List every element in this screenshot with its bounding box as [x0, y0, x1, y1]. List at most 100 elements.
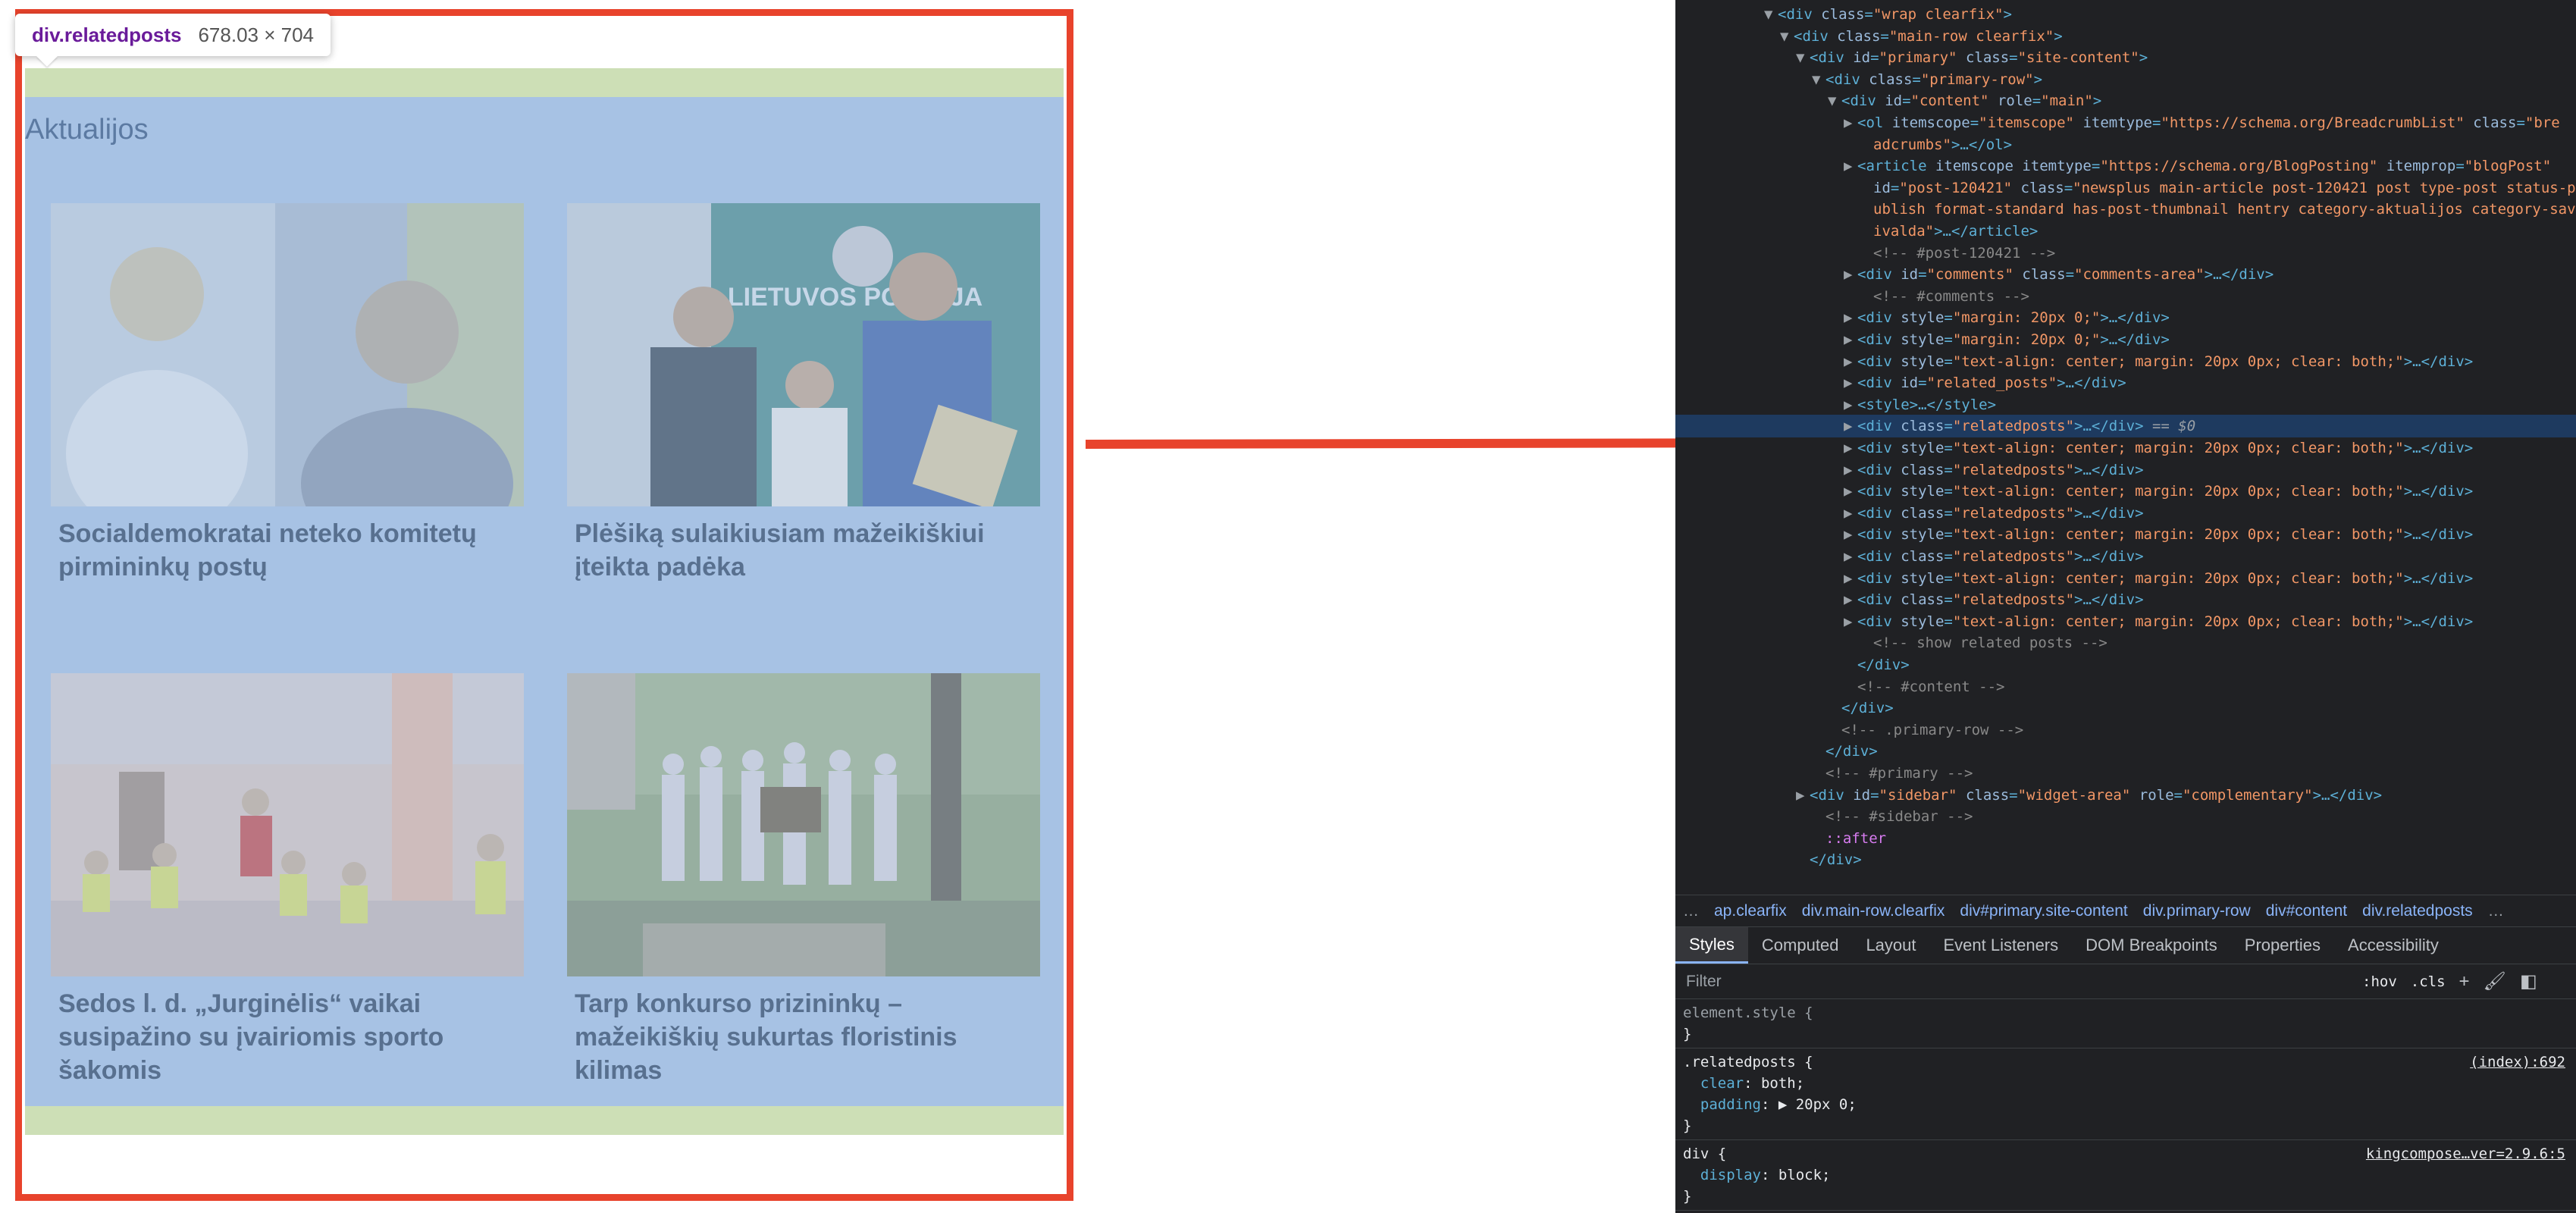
expand-triangle-icon[interactable]: ▶: [1844, 480, 1857, 503]
hover-state-toggle[interactable]: :hov: [2362, 973, 2397, 990]
breadcrumb-item[interactable]: ap.clearfix: [1714, 902, 1787, 920]
css-property[interactable]: clear: [1700, 1075, 1744, 1092]
dom-node[interactable]: ▶ <div style="text-align: center; margin:…: [1675, 480, 2576, 503]
related-post-card[interactable]: Tarp konkurso prizininkų – mažeikiškių s…: [567, 673, 1040, 1087]
tab-accessibility[interactable]: Accessibility: [2334, 927, 2452, 964]
dom-node[interactable]: ▶ <div class="relatedposts">…</div>: [1675, 459, 2576, 481]
breadcrumb-item[interactable]: div#content: [2266, 902, 2347, 920]
tab-dom-breakpoints[interactable]: DOM Breakpoints: [2072, 927, 2231, 964]
collapse-triangle-icon[interactable]: ▼: [1828, 89, 1841, 112]
dom-node[interactable]: ▶ <div class="relatedposts">…</div>: [1675, 502, 2576, 525]
dom-node[interactable]: <!-- show related posts -->: [1675, 632, 2576, 654]
breadcrumb-item[interactable]: div.main-row.clearfix: [1802, 902, 1945, 920]
tab-properties[interactable]: Properties: [2231, 927, 2334, 964]
expand-triangle-icon[interactable]: ▶: [1844, 350, 1857, 373]
post-title-link[interactable]: Sedos l. d. „Jurginėlis“ vaikai susipaži…: [51, 987, 524, 1087]
related-post-card[interactable]: Sedos l. d. „Jurginėlis“ vaikai susipaži…: [51, 673, 524, 1087]
dom-node[interactable]: </div>: [1675, 654, 2576, 676]
expand-triangle-icon[interactable]: ▶: [1844, 393, 1857, 416]
dom-node[interactable]: <!-- #sidebar -->: [1675, 805, 2576, 828]
collapse-triangle-icon[interactable]: ▼: [1796, 46, 1810, 69]
dom-node[interactable]: ▼ <div class="primary-row">: [1675, 68, 2576, 91]
post-title-link[interactable]: Plėšiką sulaikiusiam mažeikiškiui įteikt…: [567, 517, 1040, 584]
dom-node[interactable]: ▶ <article itemscope itemtype="https://sc…: [1675, 155, 2576, 177]
tab-styles[interactable]: Styles: [1675, 927, 1748, 964]
dom-node[interactable]: ▼ <div id="primary" class="site-content">: [1675, 46, 2576, 69]
tab-event-listeners[interactable]: Event Listeners: [1930, 927, 2073, 964]
elements-dom-tree[interactable]: ▼ <div class="wrap clearfix"> ▼ <div class=…: [1675, 0, 2576, 895]
breadcrumb-more-left[interactable]: …: [1683, 902, 1699, 920]
expand-triangle-icon[interactable]: ▶: [1844, 437, 1857, 459]
rule-source-link[interactable]: kingcompose…ver=2.9.6:5: [2366, 1143, 2565, 1164]
post-thumbnail[interactable]: [567, 673, 1040, 976]
dom-node[interactable]: <!-- #post-120421 -->: [1675, 242, 2576, 265]
dom-node[interactable]: ▶ <div style="text-align: center; margin:…: [1675, 350, 2576, 373]
sidebar-toggle-icon[interactable]: ◧: [2520, 970, 2537, 992]
dom-node[interactable]: ▶ <div style="margin: 20px 0;">…</div>: [1675, 306, 2576, 329]
dom-node[interactable]: <!-- .primary-row -->: [1675, 719, 2576, 741]
dom-node[interactable]: ▶ <div class="relatedposts">…</div>: [1675, 545, 2576, 568]
style-rule-div[interactable]: div {kingcompose…ver=2.9.6:5 display: bl…: [1675, 1140, 2576, 1211]
new-style-rule-button[interactable]: +: [2459, 971, 2470, 992]
dom-node[interactable]: </div>: [1675, 697, 2576, 719]
expand-triangle-icon[interactable]: ▶: [1844, 328, 1857, 351]
dom-node[interactable]: ▼ <div class="wrap clearfix">: [1675, 3, 2576, 26]
dom-node[interactable]: </div>: [1675, 848, 2576, 871]
dom-node[interactable]: ▶ <div style="text-align: center; margin:…: [1675, 567, 2576, 590]
class-toggle[interactable]: .cls: [2411, 973, 2446, 990]
dom-node[interactable]: </div>: [1675, 740, 2576, 763]
post-thumbnail[interactable]: LIETUVOS POLICIJA: [567, 203, 1040, 506]
post-thumbnail[interactable]: [51, 673, 524, 976]
dom-node-selected[interactable]: ▶ <div class="relatedposts">…</div> == $0: [1675, 415, 2576, 438]
expand-triangle-icon[interactable]: ▶: [1844, 263, 1857, 286]
tab-computed[interactable]: Computed: [1748, 927, 1853, 964]
collapse-triangle-icon[interactable]: ▼: [1812, 68, 1825, 91]
css-property[interactable]: display: [1700, 1167, 1761, 1183]
dom-node[interactable]: ▶ <div class="relatedposts">…</div>: [1675, 588, 2576, 611]
styles-filter-input[interactable]: [1681, 968, 2349, 995]
expand-triangle-icon[interactable]: ▶: [1796, 784, 1810, 807]
expand-triangle-icon[interactable]: ▶: [1844, 545, 1857, 568]
expand-triangle-icon[interactable]: ▶: [1844, 371, 1857, 394]
expand-triangle-icon[interactable]: ▶: [1844, 111, 1857, 134]
css-value[interactable]: both;: [1761, 1075, 1804, 1092]
breadcrumb-item-active[interactable]: div.relatedposts: [2362, 902, 2473, 920]
collapse-triangle-icon[interactable]: ▼: [1780, 25, 1794, 48]
dom-node[interactable]: adcrumbs">…</ol>: [1675, 133, 2576, 156]
dom-node[interactable]: ▶ <div style="margin: 20px 0;">…</div>: [1675, 328, 2576, 351]
dom-node[interactable]: <!-- #content -->: [1675, 675, 2576, 698]
dom-node[interactable]: ivalda">…</article>: [1675, 220, 2576, 243]
breadcrumb-item[interactable]: div.primary-row: [2143, 902, 2251, 920]
dom-node[interactable]: ▶ <div style="text-align: center; margin:…: [1675, 610, 2576, 633]
expand-triangle-icon[interactable]: ▶: [1844, 502, 1857, 525]
post-thumbnail[interactable]: [51, 203, 524, 506]
dom-node[interactable]: ▶ <div style="text-align: center; margin:…: [1675, 437, 2576, 459]
expand-triangle-icon[interactable]: ▶: [1844, 155, 1857, 177]
dom-node[interactable]: id="post-120421" class="newsplus main-ar…: [1675, 177, 2576, 199]
dom-node[interactable]: ▶ <style>…</style>: [1675, 393, 2576, 416]
style-rule-element[interactable]: element.style { }: [1675, 999, 2576, 1048]
expand-triangle-icon[interactable]: ▶: [1844, 567, 1857, 590]
expand-triangle-icon[interactable]: ▶: [1844, 415, 1857, 437]
dom-node[interactable]: ▶ <div id="comments" class="comments-area…: [1675, 263, 2576, 286]
dom-node[interactable]: ▶ <div id="related_posts">…</div>: [1675, 371, 2576, 394]
style-rule-relatedposts[interactable]: .relatedposts {(index):692 clear: both; …: [1675, 1048, 2576, 1140]
collapse-triangle-icon[interactable]: ▼: [1764, 3, 1778, 26]
post-title-link[interactable]: Tarp konkurso prizininkų – mažeikiškių s…: [567, 987, 1040, 1087]
breadcrumb-item[interactable]: div#primary.site-content: [1960, 902, 2127, 920]
expand-triangle-icon[interactable]: ▶: [1844, 610, 1857, 633]
dom-node[interactable]: ublish format-standard has-post-thumbnai…: [1675, 198, 2576, 221]
css-property[interactable]: padding: [1700, 1096, 1761, 1113]
related-post-card[interactable]: Socialdemokratai neteko komitetų pirmini…: [51, 203, 524, 584]
dom-node[interactable]: <!-- #primary -->: [1675, 762, 2576, 785]
expand-triangle-icon[interactable]: ▶: [1844, 588, 1857, 611]
dom-node[interactable]: ▼ <div id="content" role="main">: [1675, 89, 2576, 112]
css-value[interactable]: ▶ 20px 0;: [1778, 1096, 1857, 1113]
post-title-link[interactable]: Socialdemokratai neteko komitetų pirmini…: [51, 517, 524, 584]
related-post-card[interactable]: LIETUVOS POLICIJA Plėšiką sulaikiusiam m…: [567, 203, 1040, 584]
tab-layout[interactable]: Layout: [1852, 927, 1929, 964]
dom-node[interactable]: ▶ <ol itemscope="itemscope" itemtype="htt…: [1675, 111, 2576, 134]
dom-node[interactable]: ::after: [1675, 827, 2576, 850]
expand-triangle-icon[interactable]: ▶: [1844, 306, 1857, 329]
expand-triangle-icon[interactable]: ▶: [1844, 459, 1857, 481]
